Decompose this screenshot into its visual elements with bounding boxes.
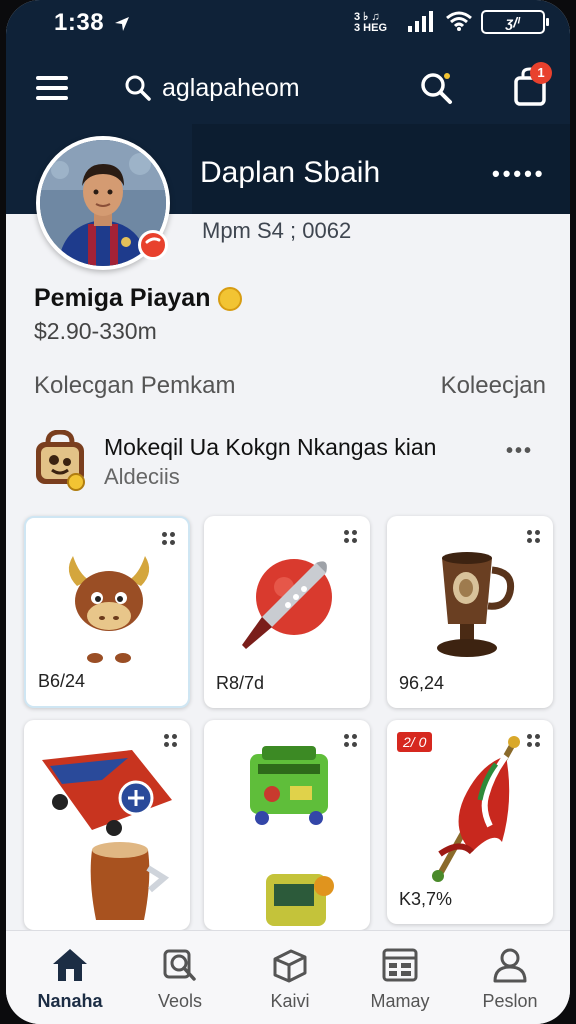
item-price: 96,24 xyxy=(399,673,445,693)
notification-badge: 1 xyxy=(530,62,552,84)
race-car-icon xyxy=(42,750,172,920)
item-price: K3,7% xyxy=(399,889,453,909)
avatar-edit-badge[interactable] xyxy=(138,230,168,260)
box-icon xyxy=(273,949,307,983)
tab-kaivi[interactable]: Kaivi xyxy=(234,931,346,1024)
bronze-cup-icon xyxy=(437,552,515,657)
tab-label: Peslon xyxy=(482,991,538,1011)
search-button[interactable] xyxy=(416,68,456,108)
item-image xyxy=(26,536,188,676)
rocket-ball-icon xyxy=(242,559,332,649)
player-title-text: Pemiga Piayan xyxy=(34,284,211,312)
tab-label: Nanaha xyxy=(37,991,103,1011)
pack-title: Mokeqil Ua Kokgn Nkangas kian xyxy=(104,434,437,460)
tab-label: Veols xyxy=(157,991,203,1011)
item-card[interactable]: B6/24 xyxy=(24,516,190,708)
phone-screen: 1:38 3 ♭ ♫ 3 HEG ʒ/ᴵ aglapaheom 1 Daplan… xyxy=(6,0,570,1024)
search-card-icon xyxy=(163,949,196,981)
item-card[interactable] xyxy=(204,720,370,930)
home-icon xyxy=(53,949,87,981)
signal-text-bottom: 3 HEG xyxy=(354,22,388,34)
item-card[interactable]: R8/7d xyxy=(204,516,370,708)
search-bar[interactable]: aglapaheom xyxy=(124,70,300,106)
top-navbar: aglapaheom 1 xyxy=(6,54,570,124)
pack-subtitle: Aldeciis xyxy=(104,464,180,489)
item-image xyxy=(204,534,370,674)
search-text: aglapaheom xyxy=(162,73,300,102)
item-card[interactable]: 2/ 0 K3,7% xyxy=(387,720,553,924)
search-icon xyxy=(421,73,452,104)
tab-home[interactable]: Nanaha xyxy=(14,931,126,1024)
item-image xyxy=(24,730,190,930)
person-icon xyxy=(493,948,527,983)
cellular-signal-icon xyxy=(408,11,433,32)
item-image xyxy=(387,734,553,884)
player-title: Pemiga Piayan xyxy=(34,284,243,313)
battery-icon: ʒ/ᴵ xyxy=(481,10,549,34)
item-image xyxy=(387,534,553,674)
signal-text: 3 ♭ ♫ 3 HEG xyxy=(354,12,387,34)
tab-label: Mamay xyxy=(370,991,430,1011)
menu-button[interactable] xyxy=(32,70,72,106)
tab-mamay[interactable]: Mamay xyxy=(344,931,456,1024)
list-icon xyxy=(382,948,418,982)
profile-more-button[interactable]: ••••• xyxy=(492,163,548,185)
pack-more-button[interactable]: ••• xyxy=(506,440,533,463)
coin-icon xyxy=(218,286,243,311)
time-text: 1:38 xyxy=(54,9,105,36)
collection-tab-right[interactable]: Koleecjan xyxy=(441,372,546,400)
tab-peslon[interactable]: Peslon xyxy=(454,931,566,1024)
status-bar: 1:38 3 ♭ ♫ 3 HEG ʒ/ᴵ xyxy=(6,0,570,46)
balance: $2.90-330m xyxy=(34,318,157,344)
search-icon xyxy=(125,75,151,101)
status-time: 1:38 xyxy=(54,9,131,37)
item-card[interactable]: 96,24 xyxy=(387,516,553,708)
red-flag-icon xyxy=(432,736,520,882)
hamburger-icon xyxy=(36,76,68,100)
member-info: Mpm S4 ; 0062 xyxy=(202,218,352,243)
tab-label: Kaivi xyxy=(270,991,310,1011)
bottom-tab-bar: Nanaha Veols Kaivi Mamay Peslon xyxy=(6,930,570,1024)
pack-icon[interactable] xyxy=(32,430,88,492)
item-price: B6/24 xyxy=(38,671,86,691)
bull-mascot-icon xyxy=(68,556,150,663)
location-arrow-icon xyxy=(115,16,130,31)
collection-tab-left[interactable]: Kolecgan Pemkam xyxy=(34,372,235,400)
green-console-icon xyxy=(250,746,334,926)
profile-name: Daplan Sbaih xyxy=(200,156,381,189)
item-card[interactable] xyxy=(24,720,190,930)
item-image xyxy=(204,734,370,930)
wifi-icon xyxy=(446,11,472,31)
tab-veols[interactable]: Veols xyxy=(124,931,236,1024)
shopping-bag-button[interactable]: 1 xyxy=(506,60,554,112)
item-price: R8/7d xyxy=(216,673,265,693)
edit-icon xyxy=(145,237,161,244)
